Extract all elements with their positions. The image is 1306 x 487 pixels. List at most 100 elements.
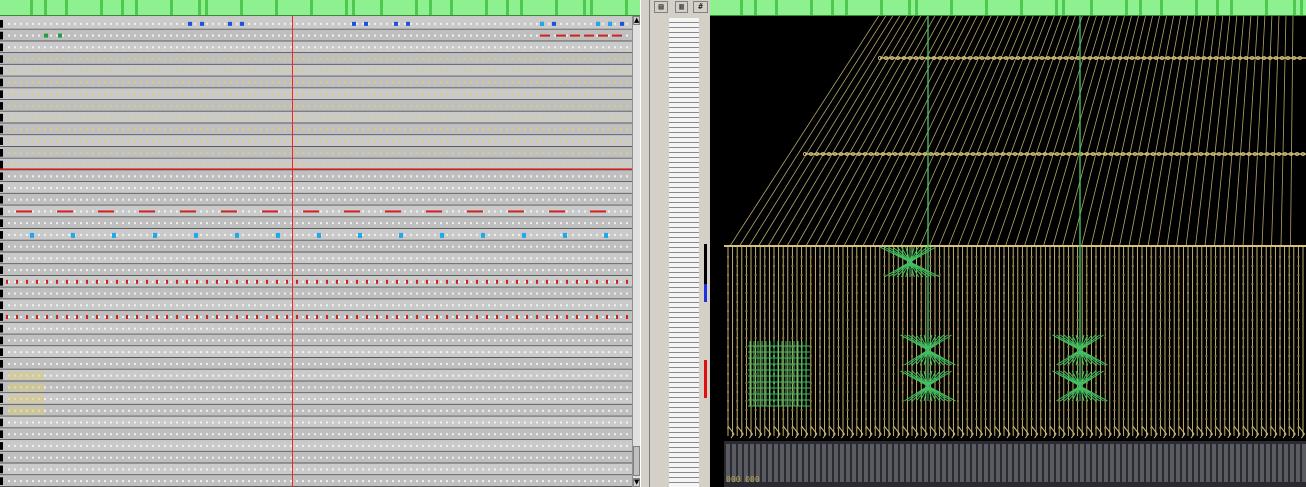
note-dot xyxy=(530,222,532,225)
note-dot xyxy=(80,233,82,236)
note-dot xyxy=(458,128,460,131)
key xyxy=(669,408,699,412)
note-dot xyxy=(404,104,406,107)
note-dot xyxy=(86,480,88,483)
track-handle xyxy=(0,195,3,204)
loom-view[interactable]: 000 000 xyxy=(710,0,1306,487)
note-dot xyxy=(320,421,322,424)
note-dot xyxy=(68,468,70,471)
note-dot xyxy=(428,339,430,342)
note-dot xyxy=(422,93,424,96)
note-dot xyxy=(398,386,400,389)
note-dot xyxy=(326,151,328,154)
note-dot xyxy=(452,421,454,424)
warp-thread xyxy=(739,16,887,247)
note-dot xyxy=(512,339,514,342)
note-dot xyxy=(596,269,598,272)
note-dot xyxy=(212,210,214,213)
note-dot xyxy=(266,304,268,307)
note-dot xyxy=(428,116,430,119)
note-dot xyxy=(62,140,64,143)
note-dot xyxy=(524,93,526,96)
note-dot xyxy=(98,409,100,412)
note-dot xyxy=(182,69,184,72)
note-dot xyxy=(506,163,508,166)
note-dot xyxy=(26,421,28,424)
note-dot xyxy=(422,433,424,436)
note-dot xyxy=(74,456,76,459)
list-view-icon[interactable]: ▥ xyxy=(675,1,688,13)
note-dot xyxy=(44,233,46,236)
note-dot xyxy=(38,304,40,307)
note-dot xyxy=(440,69,442,72)
note-dot xyxy=(566,128,568,131)
note-dot xyxy=(338,409,340,412)
note xyxy=(156,314,158,319)
note-dot xyxy=(542,315,544,318)
note-dot xyxy=(404,116,406,119)
note-dot xyxy=(392,140,394,143)
note-dot xyxy=(188,175,190,178)
note-dot xyxy=(272,339,274,342)
note-dot xyxy=(590,46,592,49)
sequencer-timeline-strip[interactable] xyxy=(0,0,640,16)
note-dot xyxy=(578,456,580,459)
note-dot xyxy=(98,304,100,307)
note-dot xyxy=(428,398,430,401)
note-dot xyxy=(62,456,64,459)
hash-icon[interactable]: # xyxy=(693,1,708,13)
note-dot xyxy=(602,46,604,49)
scroll-up-arrow-icon[interactable]: ▲ xyxy=(633,16,640,25)
note-dot xyxy=(518,233,520,236)
scroll-thumb[interactable] xyxy=(633,446,640,476)
note-dot xyxy=(338,339,340,342)
sequencer-tracks[interactable] xyxy=(0,18,632,487)
note-dot xyxy=(212,257,214,260)
loom-timeline-strip[interactable] xyxy=(710,0,1306,16)
loom-canvas[interactable] xyxy=(710,16,1306,487)
note-dot xyxy=(254,140,256,143)
note xyxy=(58,33,62,38)
note-dot xyxy=(26,34,28,37)
note-dot xyxy=(26,233,28,236)
note-dot xyxy=(218,315,220,318)
note-dot xyxy=(362,46,364,49)
note-dot xyxy=(266,468,268,471)
note xyxy=(136,279,138,284)
note-dot xyxy=(590,304,592,307)
panel-splitter[interactable] xyxy=(640,0,650,487)
note-dot xyxy=(590,69,592,72)
note-dot xyxy=(122,456,124,459)
grid-view-icon[interactable]: ▤ xyxy=(654,1,668,13)
note-dot xyxy=(626,409,628,412)
note-dot xyxy=(332,222,334,225)
note-dot xyxy=(386,339,388,342)
note-dot xyxy=(350,222,352,225)
note-dot xyxy=(458,386,460,389)
playhead[interactable] xyxy=(292,16,293,487)
note-dot xyxy=(452,116,454,119)
key-column[interactable] xyxy=(669,18,699,487)
note-dot xyxy=(242,327,244,330)
note-dot xyxy=(386,69,388,72)
note-dot xyxy=(464,292,466,295)
note-dot xyxy=(608,304,610,307)
note-dot xyxy=(260,163,262,166)
note-dot xyxy=(104,104,106,107)
note-dot xyxy=(560,116,562,119)
note-dot xyxy=(560,104,562,107)
note xyxy=(256,279,258,284)
note-dot xyxy=(374,468,376,471)
note-dot xyxy=(560,245,562,248)
note-dot xyxy=(614,362,616,365)
note-dot xyxy=(554,128,556,131)
note-dot xyxy=(512,433,514,436)
note-dot xyxy=(218,327,220,330)
note-dot xyxy=(398,433,400,436)
note-dot xyxy=(272,280,274,283)
note-dot xyxy=(470,175,472,178)
note-dot xyxy=(590,398,592,401)
note-dot xyxy=(86,210,88,213)
scroll-down-arrow-icon[interactable]: ▼ xyxy=(633,478,640,487)
sequencer-scrollbar[interactable]: ▲ ▼ xyxy=(632,16,640,487)
